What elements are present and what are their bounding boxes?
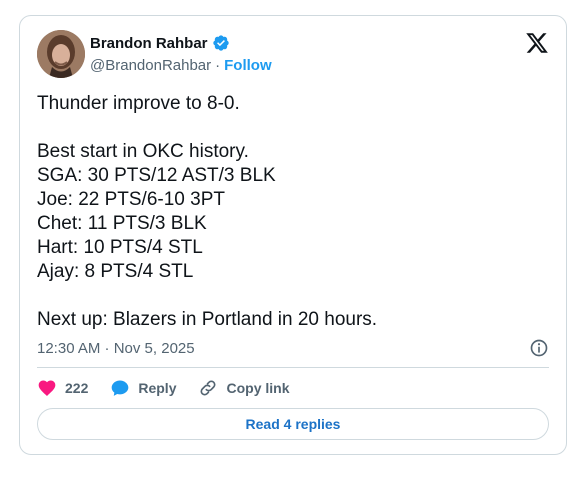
- avatar[interactable]: [37, 30, 85, 78]
- link-icon: [201, 380, 216, 396]
- reply-bubble-icon: [112, 380, 129, 396]
- heart-icon: [38, 380, 56, 396]
- author-handle[interactable]: @BrandonRahbar: [90, 57, 211, 74]
- author-name-row: Brandon Rahbar: [90, 34, 230, 52]
- tweet-text: Thunder improve to 8-0. Best start in OK…: [37, 93, 378, 330]
- action-bar: 222 Reply Copy link: [37, 378, 312, 398]
- copy-link-label: Copy link: [226, 380, 290, 396]
- info-icon[interactable]: [529, 338, 549, 358]
- like-count: 222: [65, 380, 89, 396]
- read-replies-button[interactable]: Read 4 replies: [37, 408, 549, 440]
- tweet-card: Brandon Rahbar @BrandonRahbar · Follow T…: [19, 15, 567, 455]
- like-button[interactable]: 222: [37, 378, 88, 398]
- copy-link-button[interactable]: Copy link: [198, 378, 290, 398]
- author-name[interactable]: Brandon Rahbar: [90, 35, 208, 52]
- separator: ·: [215, 57, 221, 74]
- verified-badge-icon: [212, 35, 229, 51]
- tweet-timestamp[interactable]: 12:30 AM · Nov 5, 2025: [37, 340, 195, 357]
- follow-button[interactable]: Follow: [224, 57, 272, 74]
- x-logo-icon[interactable]: [525, 31, 549, 55]
- divider: [37, 367, 549, 368]
- author-handle-row: @BrandonRahbar · Follow: [90, 57, 272, 74]
- reply-label: Reply: [138, 380, 177, 396]
- reply-button[interactable]: Reply: [110, 378, 176, 398]
